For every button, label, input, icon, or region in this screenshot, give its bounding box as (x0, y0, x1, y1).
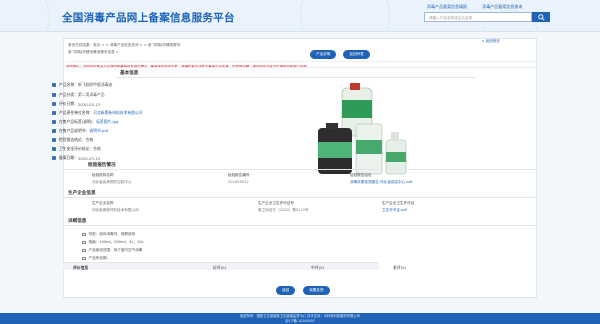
header-link-query[interactable]: 消毒产品备案信息查询 (482, 4, 522, 9)
info-row: 检验报告结论： 合格 (52, 137, 93, 143)
site-title: 全国消毒产品网上备案信息服务平台 (62, 12, 235, 24)
report-file-link[interactable]: 消毒效果检测报告-河北省疾控中心.pdf (350, 180, 412, 185)
info-row: 备案日期： 2020-03-13 (52, 155, 100, 161)
top-actions: 产品说明 返回列表 (310, 50, 370, 59)
back-button[interactable]: 返回 (276, 286, 296, 295)
divider (116, 77, 476, 78)
label-file-link[interactable]: 标签图片.jpg (96, 119, 118, 125)
info-value: 2020-03-13 (77, 101, 101, 107)
report-head: 检验报告结论 (350, 173, 372, 177)
bottom-actions: 返回 我要反馈 (276, 286, 330, 295)
shield-icon (52, 147, 56, 151)
calendar-icon (52, 156, 56, 160)
evaluation-title: 评价信息 (73, 264, 89, 270)
report-icon (52, 138, 56, 142)
detail-row: 产品有效期：- (82, 256, 111, 261)
back-to-list-button[interactable]: 返回列表 (343, 50, 370, 59)
risk-notice: 风险提示：本网站仅基于企业提供的备案信息进行展示，备案信息的真实性、准确性和合法… (66, 61, 536, 68)
info-key: 产品分类： (59, 92, 78, 97)
bullet-icon (82, 256, 86, 261)
breadcrumb-path[interactable]: 首页在线结果：首页 > > 消毒产品信息查询 > > 新飞翔除甲醛喷雾剂 (68, 43, 180, 48)
basic-info-title: 基本信息 (120, 71, 139, 76)
manual-file-link[interactable]: 说明书.pdf (89, 128, 108, 134)
company-head: 生产企业卫生许可证号 (258, 201, 294, 205)
info-row: 产品名称： 新飞翔除甲醛消毒液 (52, 82, 112, 88)
home-link[interactable]: ⌂ 返回首页 (482, 39, 500, 44)
label-icon (52, 120, 56, 124)
company-icon (52, 111, 56, 115)
report-value: 河北省疾病预防控制中心 (92, 180, 132, 184)
site-header: 全国消毒产品网上备案信息服务平台 消毒产品备案信息填报 消毒产品备案信息查询 请… (0, 0, 600, 32)
report-head: 检验机构名称 (92, 173, 114, 177)
calendar-icon (52, 102, 56, 106)
info-row: 产品分类： 第二类消毒产品 (52, 92, 105, 98)
bullet-icon (82, 240, 86, 245)
bullet-icon (82, 248, 86, 253)
info-row: 评价日期： 2020-03-13 (52, 101, 100, 107)
info-value: 新飞翔除甲醛消毒液 (77, 82, 113, 87)
detail-row: 剂型：液体消毒剂，喷雾使用 (82, 232, 135, 237)
detail-section-title: 详细信息 (68, 219, 87, 224)
detail-row: 规格：100ml、500ml、4L、10L (82, 240, 144, 245)
info-key: 备案日期： (59, 155, 78, 160)
search-button[interactable] (532, 12, 550, 22)
company-head: 生产企业名称 (92, 201, 114, 205)
divider (63, 225, 537, 226)
info-value: 第二类消毒产品 (77, 92, 105, 97)
document-icon (52, 129, 56, 133)
detail-row: 产品使用范围：用于室内空气消毒 (82, 248, 142, 253)
info-value: 2020-03-13 (77, 155, 101, 161)
detail-text: 规格：100ml、500ml、4L、10L (88, 240, 144, 244)
product-name-icon (52, 83, 56, 87)
breadcrumb: 首页在线结果：首页 > > 消毒产品信息查询 > > 新飞翔除甲醛喷雾剂 新飞翔… (68, 43, 180, 55)
company-value: 冀卫消证字（2020）第0115号 (258, 208, 309, 212)
divider (63, 169, 537, 170)
info-key: 检验报告结论： (59, 137, 86, 142)
info-value: 合格 (85, 137, 94, 142)
header-links: 消毒产品备案信息填报 消毒产品备案信息查询 (427, 4, 536, 10)
home-link-label: 返回首页 (485, 39, 500, 43)
content-panel: 首页在线结果：首页 > > 消毒产品信息查询 > > 新飞翔除甲醛喷雾剂 新飞翔… (63, 38, 537, 298)
product-image (318, 83, 407, 175)
info-row: 在售产品标签(说明)： 标签图片.jpg (52, 119, 118, 125)
bullet-icon (82, 232, 86, 237)
evaluation-bar: 评价信息 好评(0) 中评(0) 差评(0) (63, 262, 406, 271)
info-key: 产品责任单位名称： (59, 110, 94, 115)
info-key: 评价日期： (59, 101, 78, 106)
report-head: 检验报告编号 (228, 173, 250, 177)
detail-text: 产品使用范围：用于室内空气消毒 (88, 248, 143, 252)
info-row: 在售产品说明书： 说明书.pdf (52, 128, 108, 134)
negative-count[interactable]: 差评(0) (393, 265, 406, 271)
info-value: 合格 (93, 146, 101, 151)
info-row: 卫生安全评价结论： 合格 (52, 146, 101, 152)
report-section-title: 检验报告情况 (88, 163, 116, 168)
report-value: 20LH09012 (228, 180, 249, 184)
company-section-title: 生产企业信息 (68, 191, 96, 196)
info-key: 产品名称： (59, 82, 78, 87)
info-key: 卫生安全评价结论： (59, 146, 94, 151)
info-row: 产品责任单位名称： 河北新奥新材料技术有限公司 (52, 110, 143, 116)
neutral-count[interactable]: 中评(0) (311, 265, 324, 271)
header-link-report[interactable]: 消毒产品备案信息填报 (427, 4, 467, 9)
detail-text: 剂型：液体消毒剂，喷雾使用 (88, 232, 136, 236)
company-value: 河北新奥新材料技术有限公司 (92, 208, 139, 212)
breadcrumb-subtitle: 新飞翔除甲醛消毒液基本信息 > (68, 50, 119, 54)
company-link[interactable]: 河北新奥新材料技术有限公司 (93, 110, 142, 116)
info-key: 在售产品标签(说明)： (59, 119, 97, 124)
search-icon (537, 13, 545, 21)
license-file-link[interactable]: 卫生许可证.pdf (382, 208, 407, 213)
company-head: 生产企业卫生许可证 (382, 201, 415, 205)
positive-count[interactable]: 好评(0) (213, 265, 226, 271)
home-icon: ⌂ (482, 39, 485, 43)
info-key: 在售产品说明书： (59, 128, 90, 133)
feedback-button[interactable]: 我要反馈 (303, 286, 330, 295)
category-icon (52, 93, 56, 97)
search-input[interactable]: 请输入产品名称或企业名称 (424, 12, 532, 22)
site-footer: 版权所有：国家卫生健康委卫生健康监督中心 技术支持：中科软科技股份有限公司 京I… (0, 313, 600, 324)
divider (63, 197, 537, 198)
footer-icp[interactable]: 京ICP备 10263007 (0, 319, 600, 324)
detail-text: 产品有效期：- (88, 256, 112, 260)
product-description-button[interactable]: 产品说明 (310, 50, 337, 59)
